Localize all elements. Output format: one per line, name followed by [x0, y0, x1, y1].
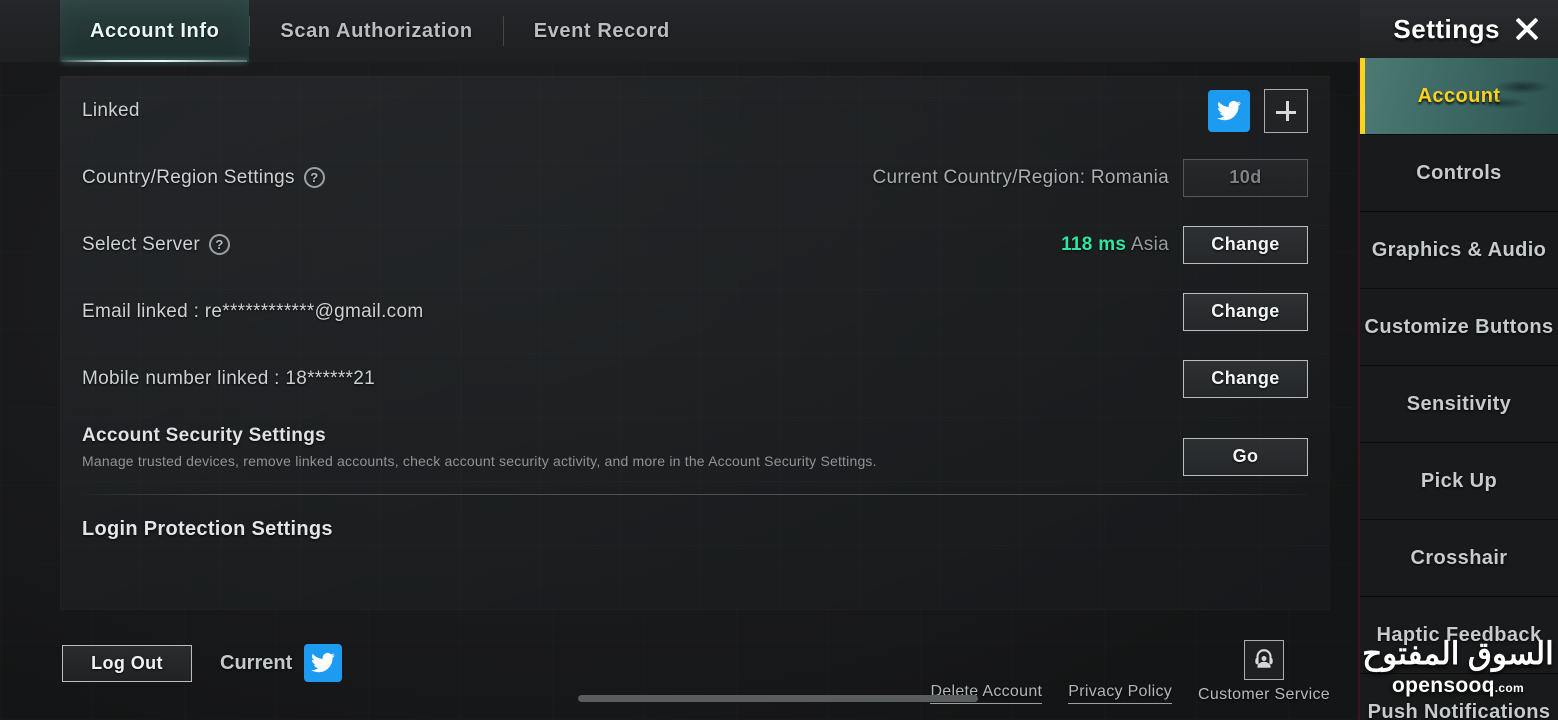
bottom-bar: Log Out Current Delete Account Privacy P…: [0, 610, 1360, 720]
log-out-button[interactable]: Log Out: [62, 645, 192, 682]
plus-icon[interactable]: [1264, 88, 1308, 133]
account-security-go-button[interactable]: Go: [1183, 437, 1308, 476]
sidebar-item-label: Crosshair: [1410, 546, 1508, 569]
sidebar-item-label: Account: [1417, 84, 1501, 107]
select-server-label: Select Server: [82, 233, 200, 255]
linked-label: Linked: [82, 99, 140, 121]
headset-icon: [1244, 640, 1285, 680]
country-region-label: Country/Region Settings: [82, 166, 295, 188]
settings-screen: Account Info Scan Authorization Event Re…: [0, 0, 1558, 720]
log-out-label: Log Out: [91, 653, 163, 673]
row-account-security: Account Security Settings Manage trusted…: [82, 412, 1308, 488]
twitter-icon[interactable]: [1208, 89, 1250, 132]
tab-account-info[interactable]: Account Info: [60, 0, 250, 62]
row-partial-hidden: [82, 563, 1308, 581]
country-cooldown-button: 10d: [1183, 158, 1308, 197]
sidebar-item-pick-up[interactable]: Pick Up: [1360, 443, 1558, 520]
partial-row-label: [82, 563, 87, 581]
row-login-protection: Login Protection Settings: [82, 495, 1308, 563]
settings-rows: Linked Country/Region Settings ? Current…: [60, 77, 1330, 581]
current-country-value: Current Country/Region: Romania: [872, 166, 1169, 188]
current-label: Current: [220, 651, 293, 674]
close-icon[interactable]: [1510, 12, 1544, 46]
tab-event-record[interactable]: Event Record: [504, 0, 700, 62]
row-linked: Linked: [82, 77, 1308, 144]
privacy-policy-link[interactable]: Privacy Policy: [1068, 683, 1173, 704]
login-protection-label: Login Protection Settings: [82, 517, 333, 540]
server-region: Asia: [1130, 233, 1169, 255]
sidebar-item-sensitivity[interactable]: Sensitivity: [1360, 366, 1558, 443]
footer-links: Delete Account Privacy Policy Customer S…: [930, 640, 1330, 704]
row-country-region: Country/Region Settings ? Current Countr…: [82, 144, 1308, 211]
sidebar-item-label: Pick Up: [1420, 469, 1498, 492]
ping-value: 118 ms: [1061, 233, 1127, 255]
tab-label: Account Info: [90, 19, 220, 42]
help-icon[interactable]: ?: [208, 234, 230, 255]
tab-label: Scan Authorization: [280, 19, 473, 42]
horizontal-scrollbar[interactable]: [578, 695, 978, 702]
settings-sidebar[interactable]: Account Controls Graphics & Audio Custom…: [1358, 58, 1558, 720]
email-linked-label: Email linked : re************@gmail.com: [82, 300, 424, 322]
change-email-button[interactable]: Change: [1183, 292, 1308, 331]
help-icon[interactable]: ?: [303, 167, 325, 188]
change-server-button[interactable]: Change: [1183, 225, 1308, 264]
sidebar-item-label: Graphics & Audio: [1371, 238, 1547, 261]
sidebar-item-label: Push Notifications: [1367, 700, 1551, 720]
settings-header: Settings: [1360, 0, 1558, 58]
sidebar-item-crosshair[interactable]: Crosshair: [1360, 520, 1558, 597]
tab-label: Event Record: [533, 19, 670, 42]
sidebar-item-account[interactable]: Account: [1360, 58, 1558, 135]
sidebar-item-label: Haptic Feedback: [1376, 623, 1542, 646]
current-account: Current: [220, 644, 343, 682]
sidebar-item-label: Sensitivity: [1406, 392, 1512, 415]
customer-service-label: Customer Service: [1198, 686, 1330, 703]
settings-title: Settings: [1393, 13, 1500, 44]
sidebar-item-label: Controls: [1416, 161, 1502, 184]
row-mobile-linked: Mobile number linked : 18******21 Change: [82, 345, 1308, 412]
customer-service-button[interactable]: Customer Service: [1198, 640, 1330, 704]
sidebar-item-customize-buttons[interactable]: Customize Buttons: [1360, 289, 1558, 366]
tab-scan-authorization[interactable]: Scan Authorization: [250, 0, 502, 62]
twitter-icon[interactable]: [304, 644, 343, 682]
mobile-linked-label: Mobile number linked : 18******21: [82, 367, 375, 389]
sidebar-item-graphics-audio[interactable]: Graphics & Audio: [1360, 212, 1558, 289]
sidebar-item-label: Customize Buttons: [1364, 315, 1554, 338]
server-ping-region: 118 ms Asia: [1061, 234, 1169, 256]
sidebar-item-push-notifications[interactable]: Push Notifications: [1360, 674, 1558, 720]
sidebar-item-haptic-feedback[interactable]: Haptic Feedback: [1360, 597, 1558, 674]
account-security-description: Manage trusted devices, remove linked ac…: [82, 453, 877, 469]
account-security-title: Account Security Settings: [82, 425, 326, 446]
row-email-linked: Email linked : re************@gmail.com …: [82, 278, 1308, 345]
change-mobile-button[interactable]: Change: [1183, 359, 1308, 398]
account-info-panel: Linked Country/Region Settings ? Current…: [60, 76, 1330, 610]
row-select-server: Select Server ? 118 ms Asia Change: [82, 211, 1308, 278]
tab-bar: Account Info Scan Authorization Event Re…: [0, 0, 1360, 62]
sidebar-item-controls[interactable]: Controls: [1360, 135, 1558, 212]
